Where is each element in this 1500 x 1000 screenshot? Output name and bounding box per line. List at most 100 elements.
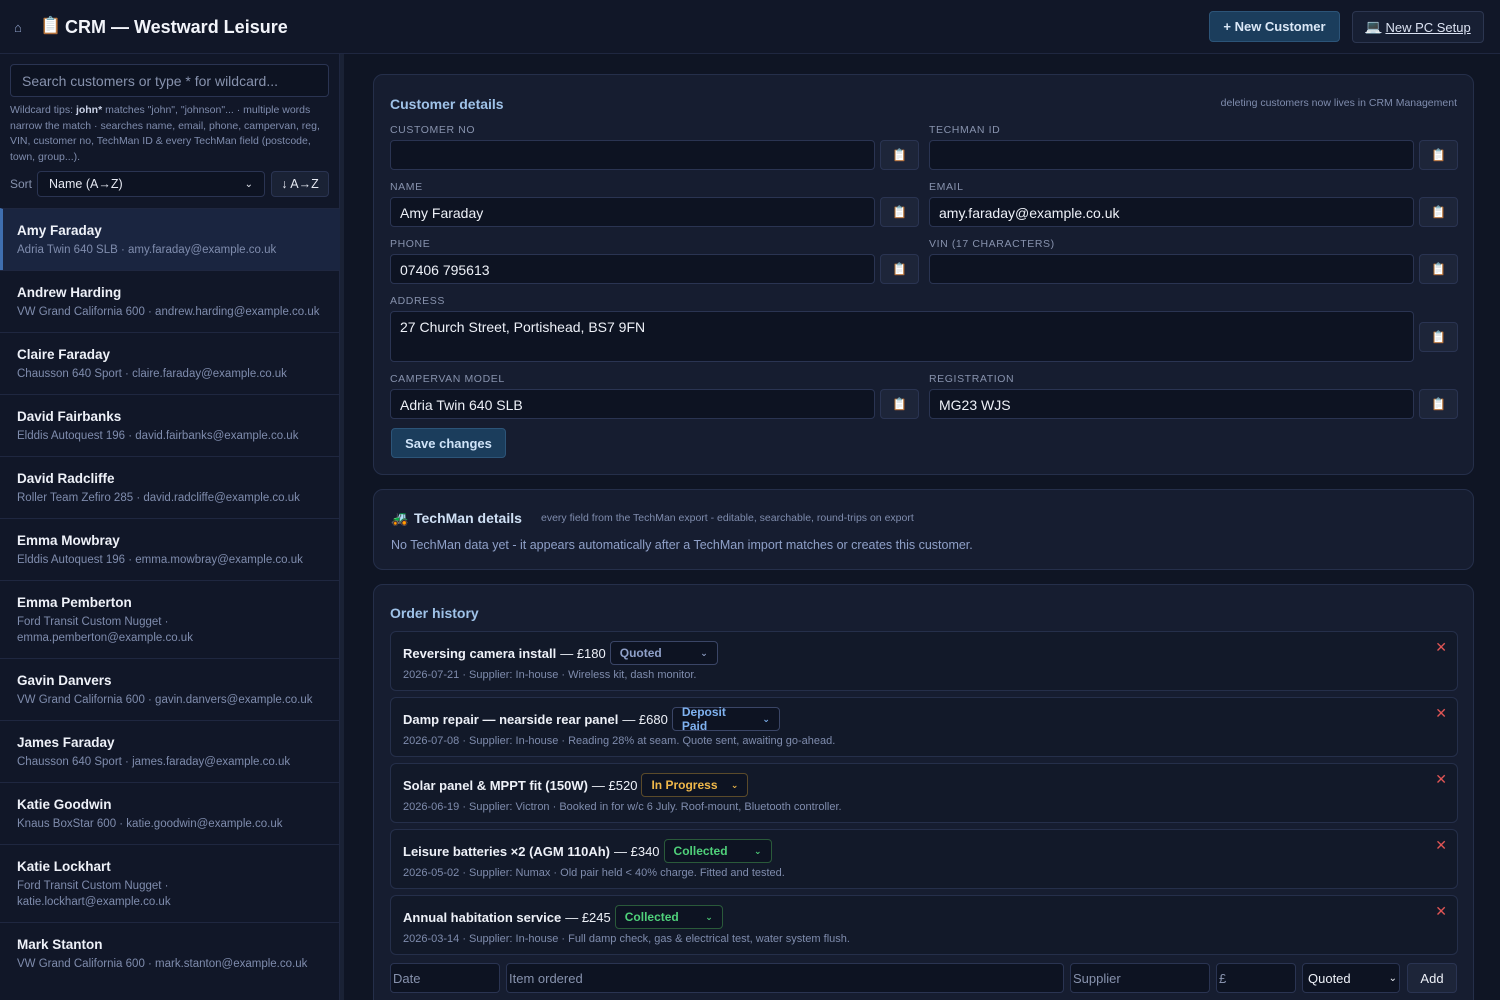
clipboard-icon: 📋 (1431, 262, 1446, 276)
chevron-down-icon: ⌄ (1388, 972, 1397, 984)
order-supplier-input[interactable]: Supplier (1070, 963, 1210, 993)
customer-list-item[interactable]: Gavin Danvers VW Grand California 600 · … (0, 658, 340, 720)
order-title: Leisure batteries ×2 (AGM 110Ah) (403, 843, 610, 859)
order-history-panel: Order history Reversing camera install —… (373, 584, 1474, 1000)
copy-campervan-model-button[interactable]: 📋 (880, 389, 919, 419)
clipboard-icon: 📋 (1431, 148, 1446, 162)
customer-name: Claire Faraday (17, 347, 111, 362)
sort-direction-button[interactable]: ↓ A→Z (271, 171, 329, 197)
phone-field[interactable]: 07406 795613 (390, 254, 875, 284)
copy-name-button[interactable]: 📋 (880, 197, 919, 227)
sidebar-scrollbar[interactable] (340, 54, 344, 1000)
order-price: — £180 (560, 645, 606, 661)
customer-list-item[interactable]: Claire Faraday Chausson 640 Sport · clai… (0, 332, 340, 394)
copy-techman-id-button[interactable]: 📋 (1419, 140, 1458, 170)
customer-list-item[interactable]: Mark Stanton VW Grand California 600 · m… (0, 922, 340, 984)
order-title: Reversing camera install (403, 645, 557, 661)
delete-order-icon[interactable]: ✕ (1435, 771, 1447, 788)
chevron-down-icon: ⌄ (730, 779, 739, 790)
campervan-model-field[interactable]: Adria Twin 640 SLB (390, 389, 875, 419)
customer-name: Amy Faraday (17, 223, 102, 238)
customer-meta: VW Grand California 600 · mark.stanton@e… (17, 958, 308, 970)
save-changes-button[interactable]: Save changes (391, 428, 506, 458)
techman-id-field[interactable] (929, 140, 1414, 170)
campervan-model-label: CAMPERVAN MODEL (390, 373, 505, 385)
order-date-input[interactable]: Date (390, 963, 500, 993)
copy-address-button[interactable]: 📋 (1419, 322, 1458, 352)
order-item-input[interactable]: Item ordered (506, 963, 1064, 993)
customer-list-item[interactable]: Emma Pemberton Ford Transit Custom Nugge… (0, 580, 340, 658)
order-history-title: Order history (390, 605, 479, 621)
order-details: 2026-05-02 · Supplier: Numax · Old pair … (403, 867, 785, 879)
order-status-select[interactable]: In Progress ⌄ (641, 773, 749, 797)
customer-meta: VW Grand California 600 · gavin.danvers@… (17, 694, 313, 706)
customer-list-item[interactable]: James Faraday Chausson 640 Sport · james… (0, 720, 340, 782)
wildcard-tips: Wildcard tips: john* matches "john", "jo… (10, 104, 320, 163)
order-status-select[interactable]: Collected ⌄ (614, 905, 723, 929)
customer-list-item[interactable]: Amy Faraday Adria Twin 640 SLB · amy.far… (0, 208, 340, 270)
delete-order-icon[interactable]: ✕ (1435, 639, 1447, 656)
app-title: CRM — Westward Leisure (65, 17, 288, 37)
order-status-value: Quoted (619, 646, 662, 660)
customer-name: Gavin Danvers (17, 673, 112, 688)
customer-list-item[interactable]: Katie Goodwin Knaus BoxStar 600 · katie.… (0, 782, 340, 844)
copy-phone-button[interactable]: 📋 (880, 254, 919, 284)
customer-meta: Elddis Autoquest 196 · emma.mowbray@exam… (17, 554, 303, 566)
sidebar: Wildcard tips: john* matches "john", "jo… (0, 54, 340, 1000)
add-order-button[interactable]: Add (1407, 963, 1457, 993)
delete-order-icon[interactable]: ✕ (1435, 837, 1447, 854)
address-label: ADDRESS (390, 295, 445, 307)
home-icon[interactable]: ⌂ (14, 20, 22, 35)
customer-details-note: deleting customers now lives in CRM Mana… (1220, 97, 1457, 109)
customer-list-item[interactable]: David Radcliffe Roller Team Zefiro 285 ·… (0, 456, 340, 518)
order-details: 2026-07-21 · Supplier: In-house · Wirele… (403, 669, 697, 681)
order-card: Solar panel & MPPT fit (150W) — £520 In … (390, 763, 1458, 823)
delete-order-icon[interactable]: ✕ (1435, 903, 1447, 920)
new-pc-setup-button[interactable]: 💻 New PC Setup (1352, 11, 1484, 43)
copy-customer-no-button[interactable]: 📋 (880, 140, 919, 170)
address-field[interactable]: 27 Church Street, Portishead, BS7 9FN (390, 311, 1414, 362)
order-price-input[interactable]: £ (1216, 963, 1296, 993)
customer-list-item[interactable]: David Fairbanks Elddis Autoquest 196 · d… (0, 394, 340, 456)
copy-registration-button[interactable]: 📋 (1419, 389, 1458, 419)
tractor-icon: 🚜 (391, 510, 409, 526)
order-status-value: In Progress (651, 778, 718, 792)
delete-order-icon[interactable]: ✕ (1435, 705, 1447, 722)
search-input[interactable] (10, 64, 329, 97)
customer-no-label: CUSTOMER NO (390, 124, 476, 136)
clipboard-icon: 📋 (1431, 205, 1446, 219)
order-status-select[interactable]: Deposit Paid ⌄ (671, 705, 780, 733)
techman-title: TechMan details (414, 510, 522, 526)
customer-details-title: Customer details (390, 96, 504, 112)
email-label: EMAIL (929, 181, 964, 193)
order-status-select[interactable]: Quoted ⌄ (609, 641, 718, 665)
copy-email-button[interactable]: 📋 (1419, 197, 1458, 227)
order-card: Damp repair — nearside rear panel — £680… (390, 697, 1458, 757)
customer-name: Katie Lockhart (17, 859, 111, 874)
techman-note: every field from the TechMan export - ed… (541, 512, 914, 524)
order-status-select-new[interactable]: Quoted ⌄ (1302, 963, 1400, 993)
order-status-select[interactable]: Collected ⌄ (663, 839, 772, 863)
customer-name: Mark Stanton (17, 937, 103, 952)
vin-field[interactable] (929, 254, 1414, 284)
customer-list-item[interactable]: Andrew Harding VW Grand California 600 ·… (0, 270, 340, 332)
order-price: — £520 (591, 777, 638, 793)
copy-vin-button[interactable]: 📋 (1419, 254, 1458, 284)
customer-list-item[interactable]: Katie Lockhart Ford Transit Custom Nugge… (0, 844, 340, 922)
email-field[interactable]: amy.faraday@example.co.uk (929, 197, 1414, 227)
sort-label: Sort (10, 177, 33, 191)
new-customer-button[interactable]: + New Customer (1209, 11, 1340, 42)
customer-list-item[interactable]: Emma Mowbray Elddis Autoquest 196 · emma… (0, 518, 340, 580)
customer-no-field[interactable] (390, 140, 875, 170)
registration-field[interactable]: MG23 WJS (929, 389, 1414, 419)
name-field[interactable]: Amy Faraday (390, 197, 875, 227)
order-card: Leisure batteries ×2 (AGM 110Ah) — £340 … (390, 829, 1458, 889)
sort-select[interactable]: Name (A→Z) ⌄ (37, 171, 265, 197)
customer-meta: VW Grand California 600 · andrew.harding… (17, 306, 320, 318)
customer-name: Emma Pemberton (17, 595, 132, 610)
customer-meta: Chausson 640 Sport · james.faraday@examp… (17, 756, 291, 768)
customer-name: Emma Mowbray (17, 533, 120, 548)
customer-meta: Ford Transit Custom Nugget · katie.lockh… (17, 880, 171, 908)
chevron-down-icon: ⌄ (700, 647, 708, 658)
order-status-value: Collected (673, 844, 728, 858)
